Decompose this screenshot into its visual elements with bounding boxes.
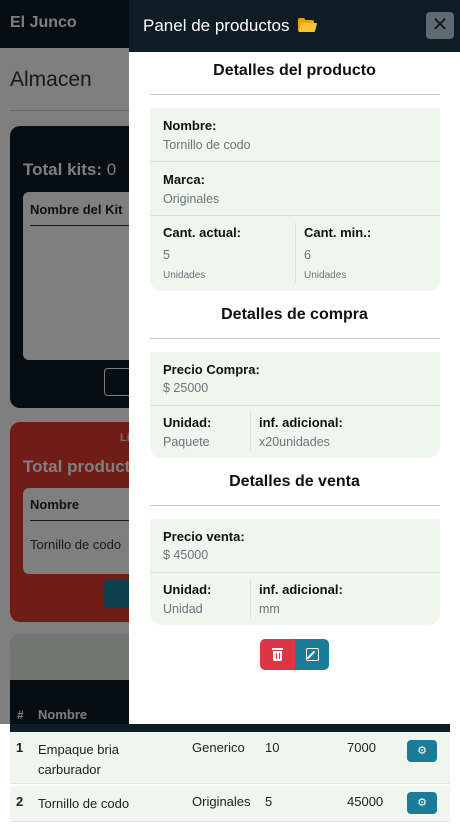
row-number: 2 [16, 794, 24, 809]
sale-price-label: Precio venta: [163, 529, 245, 544]
current-qty-label: Cant. actual: [163, 225, 242, 240]
close-button[interactable]: ✕ [426, 12, 454, 39]
row-qty: 10 [265, 740, 280, 755]
name-label: Nombre: [163, 118, 217, 133]
current-qty-value: 5 [163, 248, 170, 262]
divider [250, 578, 251, 618]
folder-open-icon [298, 18, 318, 32]
sale-details-heading: Detalles de venta [229, 473, 360, 490]
brand-value: Originales [163, 192, 220, 206]
product-panel: Panel de productos ✕ Detalles del produc… [129, 0, 460, 724]
row-price: 45000 [347, 794, 384, 809]
divider [150, 215, 440, 216]
current-qty-unit: Unidades [163, 270, 206, 281]
purchase-unit-label: Unidad: [163, 415, 212, 430]
divider [295, 223, 296, 283]
purchase-unit-value: Paquete [163, 435, 210, 449]
product-actions [260, 639, 329, 670]
purchase-details-heading: Detalles de compra [221, 306, 368, 323]
product-details-heading: Detalles del producto [213, 62, 376, 79]
row-name: Tornillo de codo [38, 796, 130, 811]
row-brand: Generico [192, 740, 245, 755]
row-qty: 5 [265, 794, 273, 809]
min-qty-label: Cant. min.: [304, 225, 372, 240]
divider [150, 161, 440, 162]
sale-unit-label: Unidad: [163, 582, 212, 597]
sale-info-label: inf. adicional: [259, 582, 343, 597]
table-row: 1 Empaque bria carburador Generico 10 70… [10, 732, 450, 784]
min-qty-unit: Unidades [304, 270, 347, 281]
edit-icon [306, 648, 319, 661]
row-price: 7000 [347, 740, 376, 755]
product-details-box: Nombre: Tornillo de codo Marca: Original… [150, 108, 440, 291]
divider [150, 505, 440, 506]
panel-title: Panel de productos [143, 16, 318, 36]
sale-info-value: mm [259, 602, 280, 616]
divider [150, 338, 440, 339]
purchase-info-label: inf. adicional: [259, 415, 343, 430]
panel-header: Panel de productos ✕ [129, 0, 460, 52]
sale-price-value: $ 45000 [163, 548, 209, 562]
purchase-info-value: x20unidades [259, 435, 330, 449]
table-header-edge [10, 724, 450, 732]
min-qty-value: 6 [304, 248, 311, 262]
products-table: 1 Empaque bria carburador Generico 10 70… [10, 724, 450, 824]
purchase-details-box: Precio Compra: $ 25000 Unidad: Paquete i… [150, 352, 440, 458]
divider [150, 572, 440, 573]
edit-button[interactable] [295, 639, 329, 670]
gear-icon[interactable]: ⚙ [407, 792, 437, 814]
divider [250, 411, 251, 451]
purchase-price-label: Precio Compra: [163, 362, 260, 377]
divider [150, 94, 440, 95]
delete-button[interactable] [260, 639, 295, 670]
name-value: Tornillo de codo [163, 138, 251, 152]
brand-label: Marca: [163, 172, 205, 187]
trash-icon [272, 648, 283, 661]
sale-details-box: Precio venta: $ 45000 Unidad: Unidad inf… [150, 519, 440, 625]
divider [150, 405, 440, 406]
row-number: 1 [16, 740, 24, 755]
sale-unit-value: Unidad [163, 602, 203, 616]
table-row: 2 Tornillo de codo Originales 5 45000 ⚙ [10, 786, 450, 822]
row-name: Empaque bria carburador [38, 742, 119, 777]
purchase-price-value: $ 25000 [163, 381, 209, 395]
row-brand: Originales [192, 794, 251, 809]
gear-icon[interactable]: ⚙ [407, 740, 437, 762]
